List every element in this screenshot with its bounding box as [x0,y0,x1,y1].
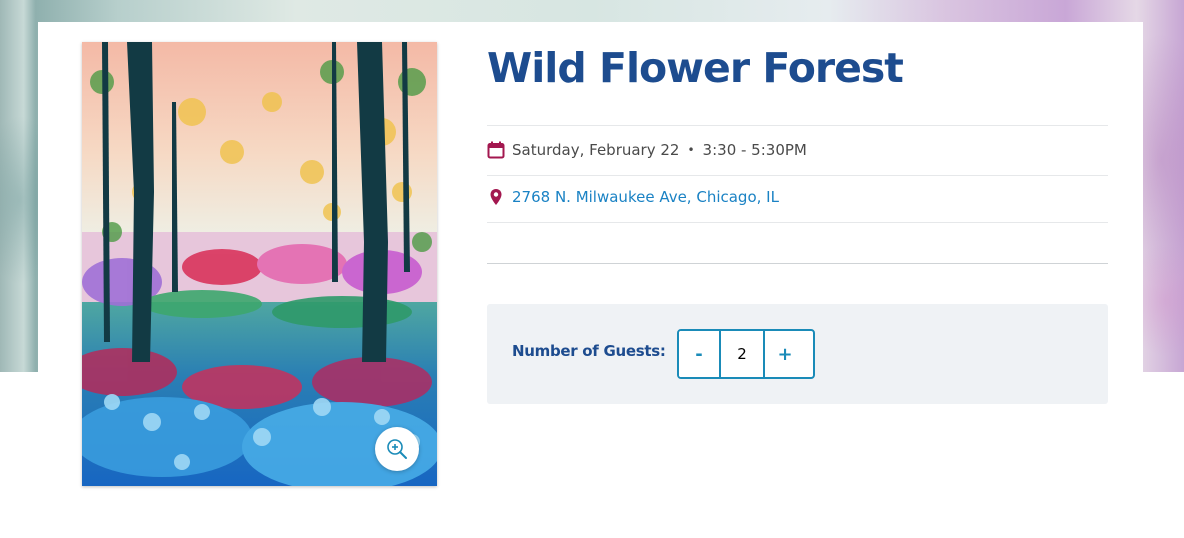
map-pin-icon [487,188,505,206]
event-datetime-row: Saturday, February 22 • 3:30 - 5:30PM [487,141,807,159]
event-painting-image [82,42,437,486]
event-card: Wild Flower Forest Saturday, February 22… [38,22,1143,538]
zoom-in-icon [386,438,408,460]
event-address-link[interactable]: 2768 N. Milwaukee Ave, Chicago, IL [512,188,779,206]
divider [487,125,1108,126]
guest-count-label: Number of Guests: [512,342,666,360]
decrement-guests-button[interactable]: - [679,331,719,377]
guest-count-input[interactable] [719,331,765,377]
guest-count-panel: Number of Guests: - + [487,304,1108,404]
section-divider [487,263,1108,264]
event-date: Saturday, February 22 [512,141,680,159]
date-time-separator: • [687,143,695,157]
event-title: Wild Flower Forest [487,44,904,92]
event-location-row: 2768 N. Milwaukee Ave, Chicago, IL [487,188,779,206]
zoom-image-button[interactable] [375,427,419,471]
calendar-icon [487,141,505,159]
divider [487,175,1108,176]
divider [487,222,1108,223]
guest-quantity-stepper: - + [677,329,815,379]
event-time: 3:30 - 5:30PM [702,141,807,159]
increment-guests-button[interactable]: + [765,331,805,377]
